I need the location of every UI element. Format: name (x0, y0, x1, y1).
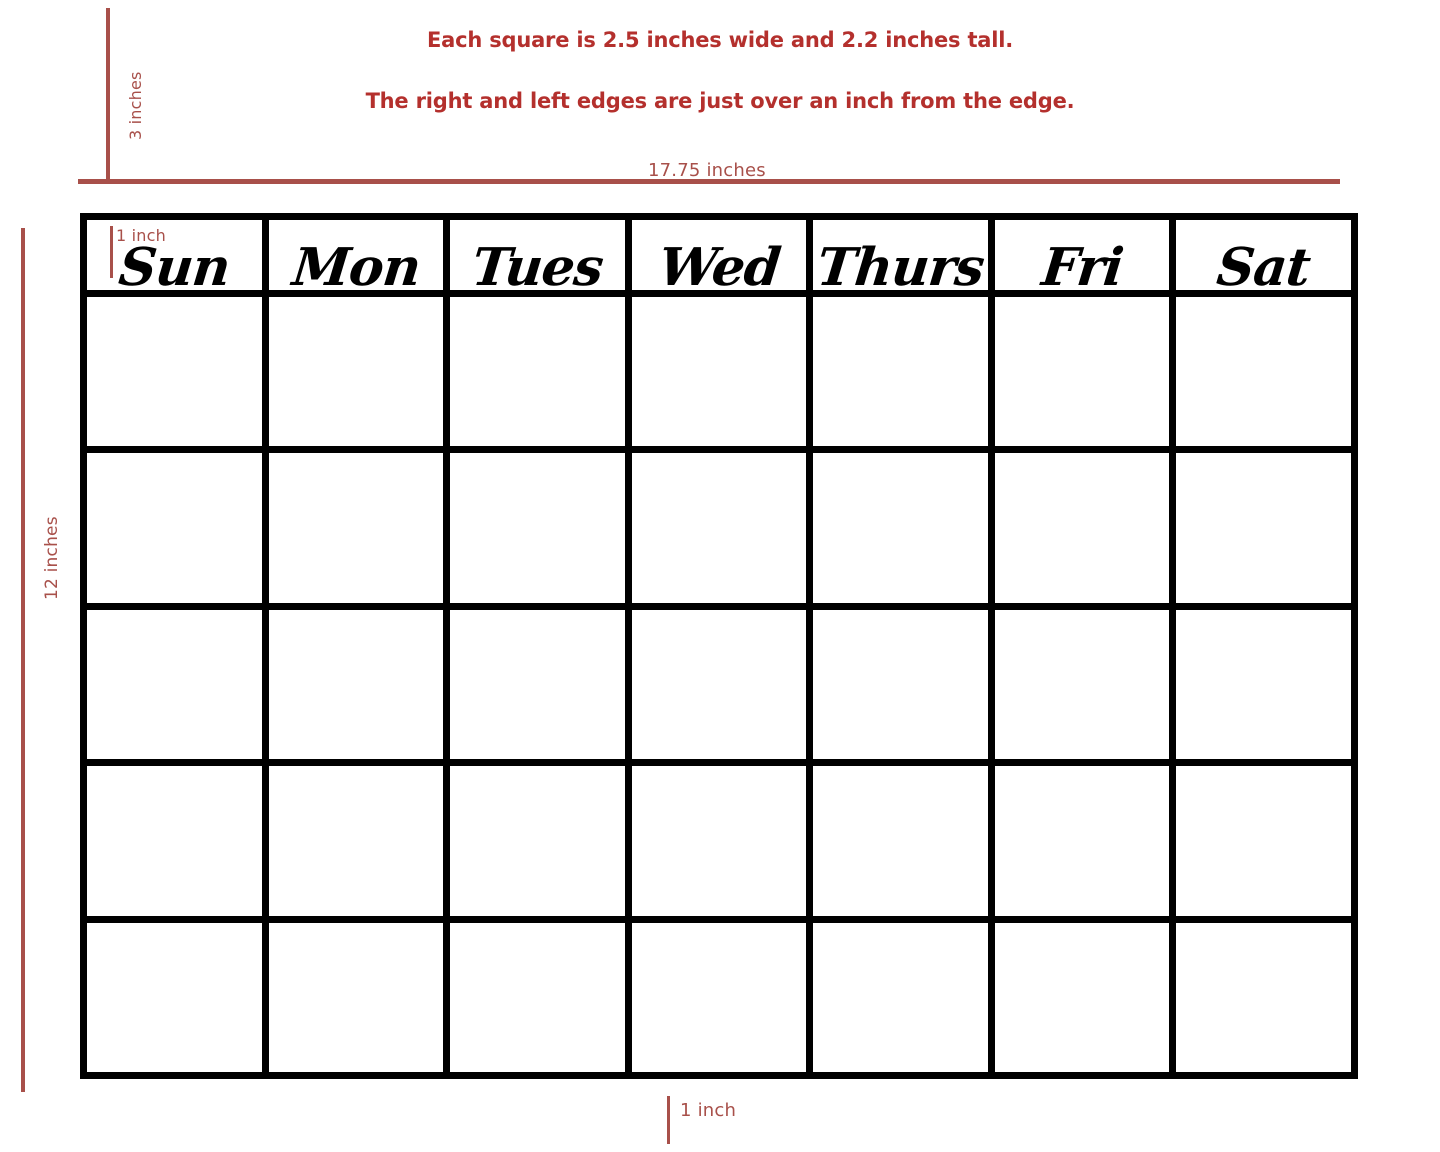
day-header-cell-sat: Sat (1176, 220, 1352, 298)
day-header-label: Wed (655, 237, 783, 298)
calendar-day-cell[interactable] (631, 766, 814, 916)
calendar-day-cell[interactable] (1176, 922, 1352, 1073)
day-header-cell-wed: Wed (631, 220, 814, 298)
day-header-cell-thurs: Thurs (813, 220, 995, 298)
calendar-day-cell[interactable] (631, 922, 814, 1073)
calendar-day-cell[interactable] (87, 453, 269, 603)
headline-edge-margins: The right and left edges are just over a… (365, 89, 1075, 113)
calendar-day-cell[interactable] (268, 922, 451, 1073)
day-header-cell-fri: Fri (994, 220, 1177, 298)
calendar-day-cell[interactable] (87, 922, 269, 1073)
calendar-day-cell[interactable] (631, 453, 814, 603)
tick-measure-line-1in-bottom (667, 1096, 670, 1144)
calendar-day-cell[interactable] (1176, 766, 1352, 916)
calendar-header-row: Sun Mon Tues Wed Thurs Fri Sat (87, 220, 1352, 298)
calendar-day-cell[interactable] (994, 297, 1177, 447)
day-header-label: Fri (1038, 237, 1126, 298)
calendar-day-cell[interactable] (631, 609, 814, 760)
calendar-day-cell[interactable] (87, 297, 269, 447)
calendar-day-cell[interactable] (994, 766, 1177, 916)
calendar-day-cell[interactable] (1176, 609, 1352, 760)
calendar-day-cell[interactable] (994, 922, 1177, 1073)
calendar-day-cell[interactable] (813, 922, 995, 1073)
calendar-grid: Sun Mon Tues Wed Thurs Fri Sat (80, 213, 1358, 1079)
day-header-label: Mon (289, 237, 423, 298)
calendar-day-cell[interactable] (268, 297, 451, 447)
measure-label-17-75-inches: 17.75 inches (648, 160, 766, 181)
calendar-day-cell[interactable] (813, 453, 995, 603)
calendar-day-cell[interactable] (631, 297, 814, 447)
calendar-day-cell[interactable] (450, 453, 632, 603)
calendar-week-row (87, 609, 1352, 767)
calendar-day-cell[interactable] (268, 453, 451, 603)
vertical-measure-line-12in (21, 228, 25, 1092)
measure-label-3-inches: 3 inches (126, 71, 145, 140)
day-header-cell-mon: Mon (268, 220, 451, 298)
day-header-cell-sun: Sun (87, 220, 269, 298)
calendar-day-cell[interactable] (450, 922, 632, 1073)
vertical-measure-line-3in (106, 8, 110, 184)
calendar-week-row (87, 922, 1352, 1073)
calendar-week-row (87, 766, 1352, 923)
day-header-cell-tues: Tues (450, 220, 632, 298)
measure-label-12-inches: 12 inches (42, 516, 62, 600)
calendar-day-cell[interactable] (813, 766, 995, 916)
calendar-day-cell[interactable] (1176, 297, 1352, 447)
calendar-day-cell[interactable] (268, 766, 451, 916)
headline-square-dimensions: Each square is 2.5 inches wide and 2.2 i… (426, 28, 1014, 52)
calendar-day-cell[interactable] (87, 766, 269, 916)
calendar-week-row (87, 297, 1352, 454)
day-header-label: Sat (1214, 237, 1314, 298)
day-header-label: Thurs (814, 237, 987, 298)
calendar-day-cell[interactable] (813, 609, 995, 760)
calendar-day-cell[interactable] (87, 609, 269, 760)
calendar-day-cell[interactable] (268, 609, 451, 760)
calendar-week-row (87, 453, 1352, 610)
calendar-day-cell[interactable] (813, 297, 995, 447)
calendar-day-cell[interactable] (450, 297, 632, 447)
measure-label-1-inch-bottom: 1 inch (680, 1100, 737, 1121)
calendar-day-cell[interactable] (994, 609, 1177, 760)
measure-label-1-inch-top: 1 inch (116, 226, 166, 245)
calendar-day-cell[interactable] (450, 609, 632, 760)
calendar-day-cell[interactable] (994, 453, 1177, 603)
calendar-day-cell[interactable] (450, 766, 632, 916)
tick-measure-line-1in-top (110, 226, 113, 278)
calendar-day-cell[interactable] (1176, 453, 1352, 603)
day-header-label: Tues (469, 237, 606, 298)
